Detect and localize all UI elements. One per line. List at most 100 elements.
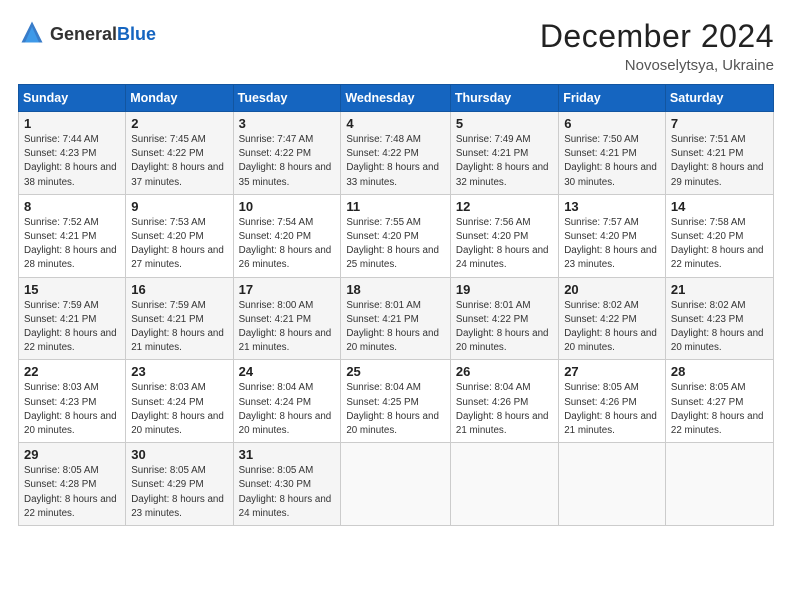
calendar-cell: 4 Sunrise: 7:48 AMSunset: 4:22 PMDaylight… bbox=[341, 112, 451, 195]
calendar-cell: 15 Sunrise: 7:59 AMSunset: 4:21 PMDayligh… bbox=[19, 277, 126, 360]
page: GeneralBlue December 2024 Novoselytsya, … bbox=[0, 0, 792, 612]
day-header-tuesday: Tuesday bbox=[233, 85, 341, 112]
cell-info: Sunrise: 8:04 AMSunset: 4:25 PMDaylight:… bbox=[346, 381, 445, 438]
cell-info: Sunrise: 7:45 AMSunset: 4:22 PMDaylight:… bbox=[131, 133, 227, 190]
calendar-cell bbox=[665, 443, 773, 526]
header: GeneralBlue December 2024 Novoselytsya, … bbox=[18, 18, 774, 74]
calendar-cell: 1 Sunrise: 7:44 AMSunset: 4:23 PMDaylight… bbox=[19, 112, 126, 195]
month-title: December 2024 bbox=[540, 18, 774, 55]
day-header-saturday: Saturday bbox=[665, 85, 773, 112]
calendar-cell bbox=[450, 443, 558, 526]
day-header-wednesday: Wednesday bbox=[341, 85, 451, 112]
day-number: 3 bbox=[239, 116, 336, 131]
cell-info: Sunrise: 7:53 AMSunset: 4:20 PMDaylight:… bbox=[131, 216, 227, 273]
cell-info: Sunrise: 7:47 AMSunset: 4:22 PMDaylight:… bbox=[239, 133, 336, 190]
calendar-cell: 2 Sunrise: 7:45 AMSunset: 4:22 PMDaylight… bbox=[126, 112, 233, 195]
calendar-cell: 13Sunrise: 7:57 AMSunset: 4:20 PMDayligh… bbox=[559, 194, 666, 277]
day-number: 8 bbox=[24, 199, 120, 214]
cell-info: Sunrise: 8:02 AMSunset: 4:22 PMDaylight:… bbox=[564, 299, 660, 356]
day-number: 12 bbox=[456, 199, 553, 214]
calendar-cell: 16Sunrise: 7:59 AMSunset: 4:21 PMDayligh… bbox=[126, 277, 233, 360]
calendar-cell: 30 Sunrise: 8:05 AMSunset: 4:29 PMDayligh… bbox=[126, 443, 233, 526]
day-number: 4 bbox=[346, 116, 445, 131]
week-row-1: 1 Sunrise: 7:44 AMSunset: 4:23 PMDaylight… bbox=[19, 112, 774, 195]
cell-info: Sunrise: 8:04 AMSunset: 4:26 PMDaylight:… bbox=[456, 381, 553, 438]
calendar-cell: 21Sunrise: 8:02 AMSunset: 4:23 PMDayligh… bbox=[665, 277, 773, 360]
day-number: 14 bbox=[671, 199, 768, 214]
cell-info: Sunrise: 7:48 AMSunset: 4:22 PMDaylight:… bbox=[346, 133, 445, 190]
cell-info: Sunrise: 7:44 AMSunset: 4:23 PMDaylight:… bbox=[24, 133, 120, 190]
logo-general: General bbox=[50, 24, 117, 44]
calendar-cell: 28Sunrise: 8:05 AMSunset: 4:27 PMDayligh… bbox=[665, 360, 773, 443]
calendar-cell: 31Sunrise: 8:05 AMSunset: 4:30 PMDayligh… bbox=[233, 443, 341, 526]
day-number: 1 bbox=[24, 116, 120, 131]
calendar-cell: 24Sunrise: 8:04 AMSunset: 4:24 PMDayligh… bbox=[233, 360, 341, 443]
calendar-cell: 9 Sunrise: 7:53 AMSunset: 4:20 PMDaylight… bbox=[126, 194, 233, 277]
calendar-cell: 5Sunrise: 7:49 AMSunset: 4:21 PMDaylight… bbox=[450, 112, 558, 195]
day-number: 26 bbox=[456, 364, 553, 379]
calendar-cell: 26 Sunrise: 8:04 AMSunset: 4:26 PMDayligh… bbox=[450, 360, 558, 443]
day-number: 22 bbox=[24, 364, 120, 379]
calendar-cell: 25 Sunrise: 8:04 AMSunset: 4:25 PMDayligh… bbox=[341, 360, 451, 443]
calendar-cell: 6Sunrise: 7:50 AMSunset: 4:21 PMDaylight… bbox=[559, 112, 666, 195]
cell-info: Sunrise: 8:05 AMSunset: 4:27 PMDaylight:… bbox=[671, 381, 768, 438]
cell-info: Sunrise: 7:49 AMSunset: 4:21 PMDaylight:… bbox=[456, 133, 553, 190]
cell-info: Sunrise: 7:59 AMSunset: 4:21 PMDaylight:… bbox=[24, 299, 120, 356]
logo-icon bbox=[18, 18, 46, 51]
calendar: SundayMondayTuesdayWednesdayThursdayFrid… bbox=[18, 84, 774, 526]
calendar-cell: 8 Sunrise: 7:52 AMSunset: 4:21 PMDaylight… bbox=[19, 194, 126, 277]
day-number: 30 bbox=[131, 447, 227, 462]
day-number: 27 bbox=[564, 364, 660, 379]
logo-text: GeneralBlue bbox=[50, 25, 156, 45]
title-block: December 2024 Novoselytsya, Ukraine bbox=[540, 18, 774, 74]
calendar-cell: 11Sunrise: 7:55 AMSunset: 4:20 PMDayligh… bbox=[341, 194, 451, 277]
cell-info: Sunrise: 7:52 AMSunset: 4:21 PMDaylight:… bbox=[24, 216, 120, 273]
calendar-cell: 18 Sunrise: 8:01 AMSunset: 4:21 PMDayligh… bbox=[341, 277, 451, 360]
calendar-cell: 27 Sunrise: 8:05 AMSunset: 4:26 PMDayligh… bbox=[559, 360, 666, 443]
calendar-cell: 23Sunrise: 8:03 AMSunset: 4:24 PMDayligh… bbox=[126, 360, 233, 443]
cell-info: Sunrise: 8:03 AMSunset: 4:23 PMDaylight:… bbox=[24, 381, 120, 438]
cell-info: Sunrise: 7:59 AMSunset: 4:21 PMDaylight:… bbox=[131, 299, 227, 356]
day-number: 6 bbox=[564, 116, 660, 131]
day-number: 21 bbox=[671, 282, 768, 297]
calendar-cell: 14 Sunrise: 7:58 AMSunset: 4:20 PMDayligh… bbox=[665, 194, 773, 277]
day-number: 25 bbox=[346, 364, 445, 379]
day-number: 20 bbox=[564, 282, 660, 297]
day-number: 15 bbox=[24, 282, 120, 297]
logo: GeneralBlue bbox=[18, 18, 156, 51]
calendar-cell: 3 Sunrise: 7:47 AMSunset: 4:22 PMDaylight… bbox=[233, 112, 341, 195]
calendar-cell: 22 Sunrise: 8:03 AMSunset: 4:23 PMDayligh… bbox=[19, 360, 126, 443]
cell-info: Sunrise: 8:00 AMSunset: 4:21 PMDaylight:… bbox=[239, 299, 336, 356]
week-row-3: 15 Sunrise: 7:59 AMSunset: 4:21 PMDayligh… bbox=[19, 277, 774, 360]
cell-info: Sunrise: 8:05 AMSunset: 4:29 PMDaylight:… bbox=[131, 464, 227, 521]
calendar-cell: 19Sunrise: 8:01 AMSunset: 4:22 PMDayligh… bbox=[450, 277, 558, 360]
calendar-cell: 17 Sunrise: 8:00 AMSunset: 4:21 PMDayligh… bbox=[233, 277, 341, 360]
day-number: 7 bbox=[671, 116, 768, 131]
cell-info: Sunrise: 8:05 AMSunset: 4:30 PMDaylight:… bbox=[239, 464, 336, 521]
week-row-4: 22 Sunrise: 8:03 AMSunset: 4:23 PMDayligh… bbox=[19, 360, 774, 443]
cell-info: Sunrise: 8:01 AMSunset: 4:22 PMDaylight:… bbox=[456, 299, 553, 356]
calendar-header-row: SundayMondayTuesdayWednesdayThursdayFrid… bbox=[19, 85, 774, 112]
day-number: 24 bbox=[239, 364, 336, 379]
week-row-2: 8 Sunrise: 7:52 AMSunset: 4:21 PMDaylight… bbox=[19, 194, 774, 277]
cell-info: Sunrise: 7:51 AMSunset: 4:21 PMDaylight:… bbox=[671, 133, 768, 190]
day-number: 11 bbox=[346, 199, 445, 214]
day-number: 9 bbox=[131, 199, 227, 214]
cell-info: Sunrise: 7:54 AMSunset: 4:20 PMDaylight:… bbox=[239, 216, 336, 273]
day-number: 13 bbox=[564, 199, 660, 214]
day-header-thursday: Thursday bbox=[450, 85, 558, 112]
day-header-friday: Friday bbox=[559, 85, 666, 112]
day-number: 17 bbox=[239, 282, 336, 297]
calendar-cell: 29Sunrise: 8:05 AMSunset: 4:28 PMDayligh… bbox=[19, 443, 126, 526]
day-number: 23 bbox=[131, 364, 227, 379]
day-header-monday: Monday bbox=[126, 85, 233, 112]
cell-info: Sunrise: 7:56 AMSunset: 4:20 PMDaylight:… bbox=[456, 216, 553, 273]
calendar-cell: 12 Sunrise: 7:56 AMSunset: 4:20 PMDayligh… bbox=[450, 194, 558, 277]
logo-blue: Blue bbox=[117, 24, 156, 44]
cell-info: Sunrise: 8:01 AMSunset: 4:21 PMDaylight:… bbox=[346, 299, 445, 356]
cell-info: Sunrise: 7:58 AMSunset: 4:20 PMDaylight:… bbox=[671, 216, 768, 273]
day-number: 2 bbox=[131, 116, 227, 131]
cell-info: Sunrise: 8:05 AMSunset: 4:26 PMDaylight:… bbox=[564, 381, 660, 438]
day-header-sunday: Sunday bbox=[19, 85, 126, 112]
day-number: 18 bbox=[346, 282, 445, 297]
